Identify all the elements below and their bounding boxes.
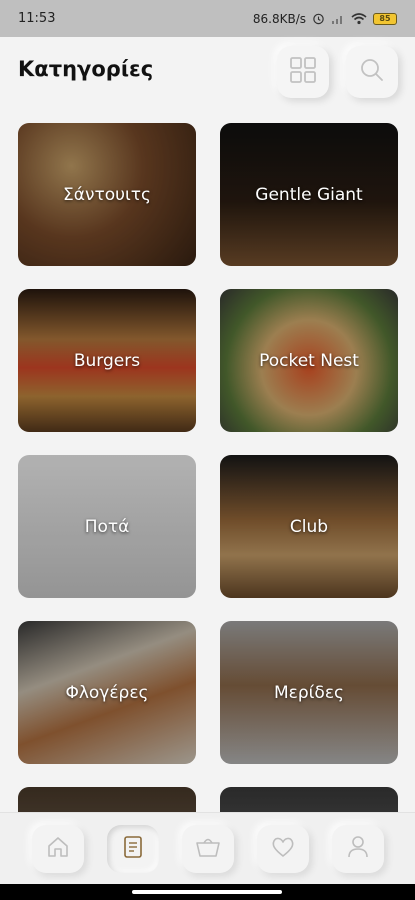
signal-icon bbox=[331, 13, 345, 25]
category-card[interactable]: Ποτά bbox=[18, 455, 196, 598]
category-label: Pocket Nest bbox=[259, 350, 359, 371]
status-bar: 11:53 86.8KB/s 85 bbox=[0, 0, 415, 37]
category-card[interactable]: Pocket Nest bbox=[220, 289, 398, 432]
status-time: 11:53 bbox=[18, 11, 56, 26]
nav-cart-button[interactable] bbox=[182, 825, 234, 873]
nav-menu-button[interactable] bbox=[107, 825, 159, 873]
status-indicators: 86.8KB/s 85 bbox=[253, 12, 397, 26]
search-button[interactable] bbox=[346, 46, 398, 98]
heart-icon bbox=[270, 835, 296, 863]
menu-icon bbox=[121, 834, 145, 864]
category-card[interactable]: Gentle Giant bbox=[220, 123, 398, 266]
home-indicator[interactable] bbox=[132, 890, 282, 894]
cart-icon bbox=[194, 834, 222, 864]
grid-view-button[interactable] bbox=[277, 46, 329, 98]
category-label: Gentle Giant bbox=[255, 184, 363, 205]
category-label: Club bbox=[289, 516, 329, 537]
grid-icon bbox=[289, 56, 317, 88]
category-card[interactable]: Μερίδες bbox=[220, 621, 398, 764]
header: Κατηγορίες bbox=[0, 37, 415, 115]
nav-profile-button[interactable] bbox=[332, 825, 384, 873]
category-label: Burgers bbox=[73, 350, 141, 371]
search-icon bbox=[359, 57, 385, 87]
nav-home-button[interactable] bbox=[32, 825, 84, 873]
alarm-icon bbox=[312, 12, 325, 25]
category-label: Σάντουιτς bbox=[63, 184, 151, 205]
category-label: Φλογέρες bbox=[65, 682, 149, 703]
wifi-icon bbox=[351, 12, 367, 25]
category-label: Ποτά bbox=[84, 516, 130, 537]
network-speed: 86.8KB/s bbox=[252, 11, 306, 26]
bottom-nav bbox=[0, 812, 415, 884]
category-card[interactable]: Club bbox=[220, 455, 398, 598]
category-card[interactable]: Burgers bbox=[18, 289, 196, 432]
user-icon bbox=[346, 834, 370, 864]
category-card[interactable]: Φλογέρες bbox=[18, 621, 196, 764]
category-card[interactable]: Σάντουιτς bbox=[18, 123, 196, 266]
page-title: Κατηγορίες bbox=[18, 57, 154, 81]
gesture-bar bbox=[0, 884, 415, 900]
category-label: Μερίδες bbox=[274, 682, 344, 703]
nav-favorites-button[interactable] bbox=[257, 825, 309, 873]
home-icon bbox=[45, 834, 71, 864]
battery-icon: 85 bbox=[373, 12, 397, 25]
